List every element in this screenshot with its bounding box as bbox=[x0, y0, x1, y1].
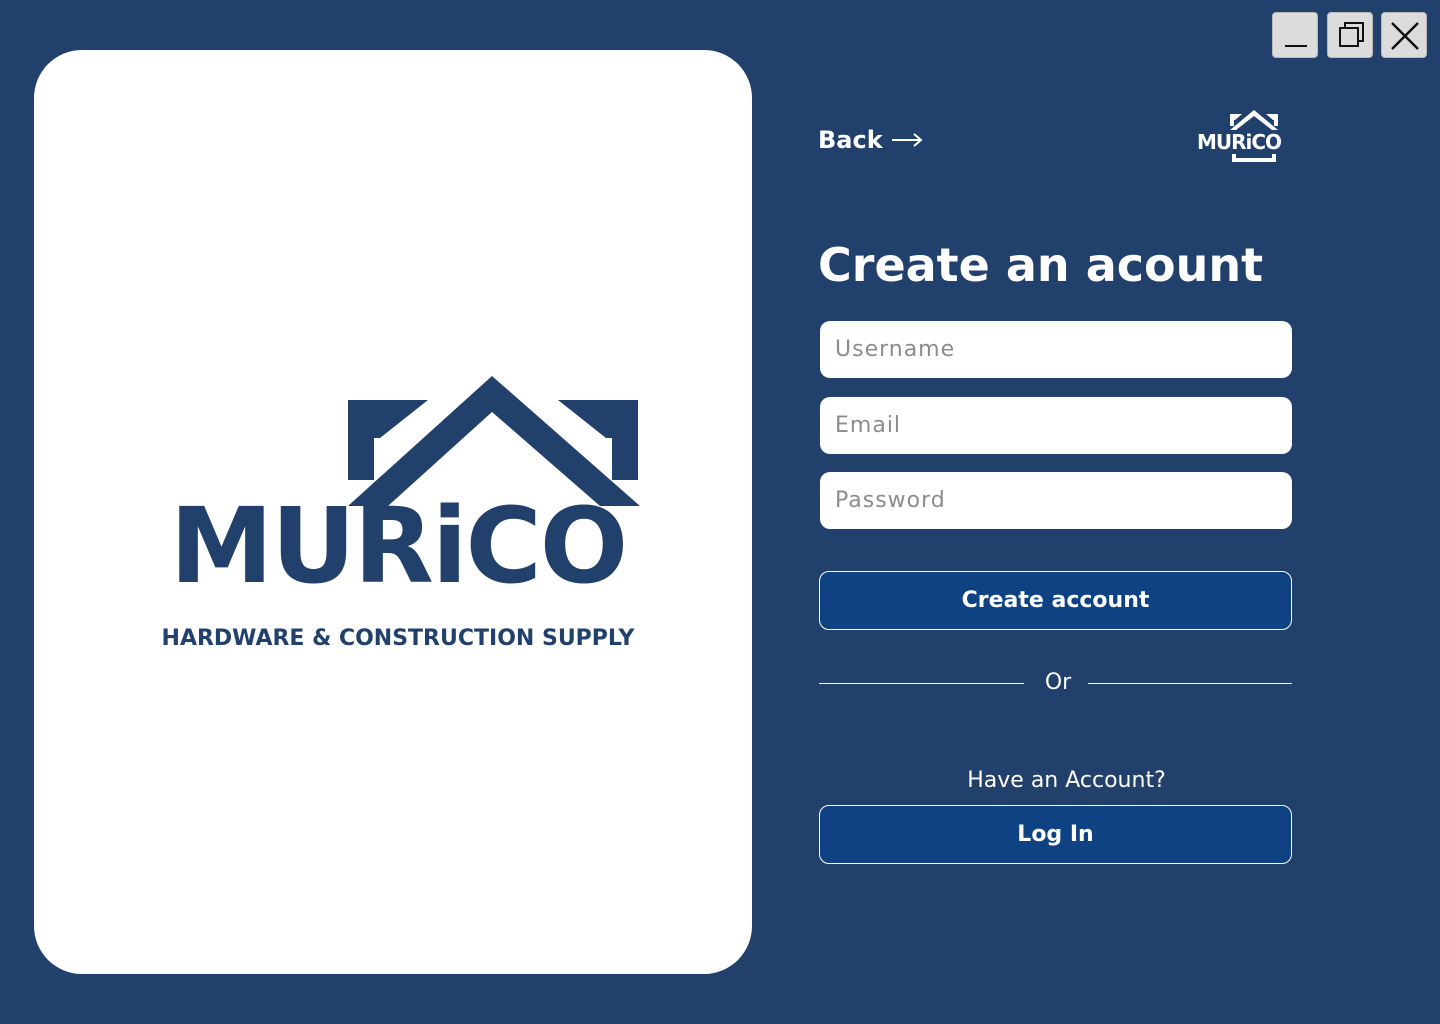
brand-wordmark-small: MURiCO bbox=[1196, 130, 1282, 154]
login-button[interactable]: Log In bbox=[819, 805, 1292, 864]
brand-panel: MURiCO HARDWARE & CONSTRUCTION SUPPLY bbox=[34, 50, 752, 974]
have-account-text: Have an Account? bbox=[967, 768, 1166, 793]
restore-icon bbox=[1339, 22, 1364, 47]
brand-logo-small: MURiCO bbox=[1192, 108, 1286, 164]
brand-wordmark-large: MURiCO bbox=[169, 485, 628, 607]
page-title: Create an acount bbox=[818, 238, 1264, 292]
divider-line-left bbox=[819, 683, 1024, 684]
password-input[interactable] bbox=[820, 472, 1292, 529]
back-link[interactable]: Back bbox=[818, 126, 923, 154]
close-icon bbox=[1391, 22, 1419, 50]
close-button[interactable] bbox=[1381, 12, 1427, 58]
back-label: Back bbox=[818, 126, 883, 154]
restore-button[interactable] bbox=[1327, 12, 1373, 58]
username-input[interactable] bbox=[820, 321, 1292, 378]
create-account-button[interactable]: Create account bbox=[819, 571, 1292, 630]
minimize-icon bbox=[1285, 45, 1307, 47]
brand-tagline: HARDWARE & CONSTRUCTION SUPPLY bbox=[161, 626, 635, 651]
brand-logo-large: MURiCO HARDWARE & CONSTRUCTION SUPPLY bbox=[122, 376, 674, 656]
divider-line-right bbox=[1088, 683, 1292, 684]
email-input[interactable] bbox=[820, 397, 1292, 454]
minimize-button[interactable] bbox=[1272, 12, 1318, 58]
arrow-right-icon bbox=[891, 133, 923, 147]
divider-or-text: Or bbox=[1044, 670, 1072, 695]
